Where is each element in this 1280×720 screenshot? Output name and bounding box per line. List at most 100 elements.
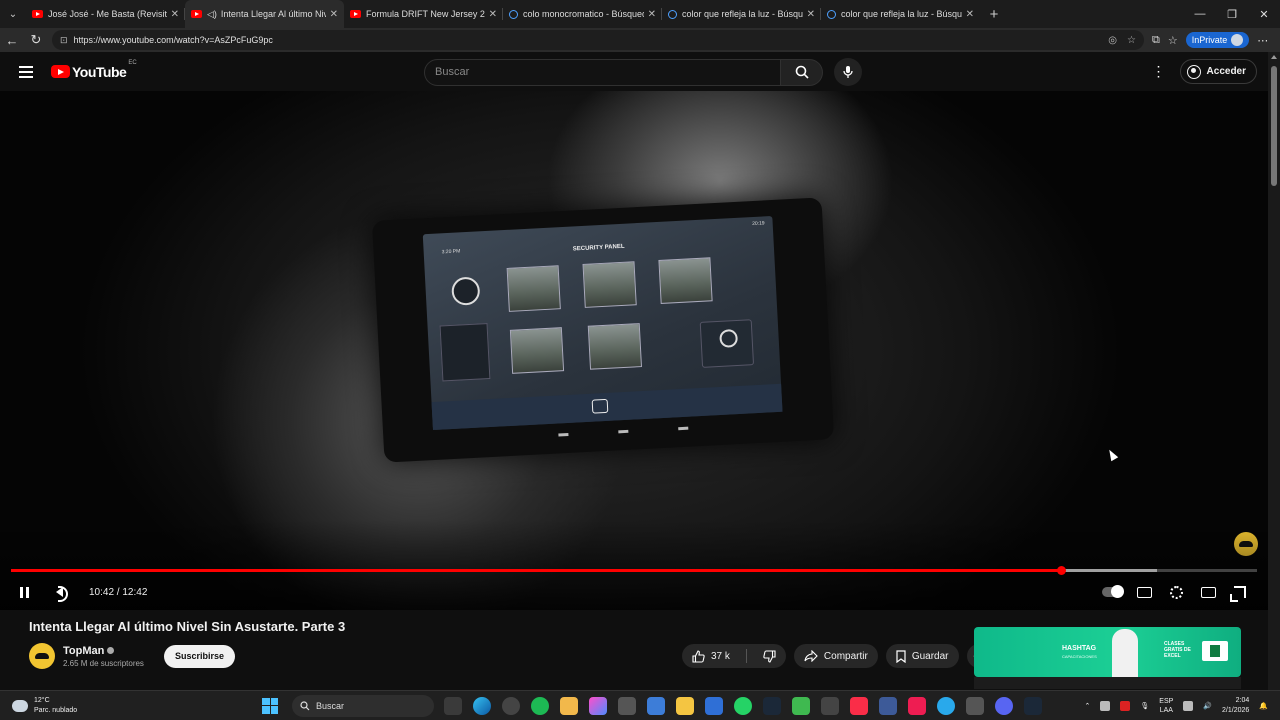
add-camera-tile bbox=[699, 319, 755, 368]
youtube-logo[interactable]: YouTube EC bbox=[51, 60, 137, 80]
network-icon[interactable] bbox=[1183, 700, 1194, 711]
settings-menu-icon[interactable]: ⋯ bbox=[1257, 34, 1268, 47]
autoplay-toggle[interactable] bbox=[1096, 577, 1128, 607]
browser-tab[interactable]: colo monocromatico - Búsqueda ✕ bbox=[503, 0, 662, 28]
page-scrollbar[interactable] bbox=[1268, 52, 1280, 690]
tab-close-icon[interactable]: ✕ bbox=[171, 9, 179, 20]
tab-audio-speaker-icon[interactable]: ◁) bbox=[207, 9, 217, 20]
browser-tab[interactable]: José José - Me Basta (Revisitado) [L ✕ bbox=[26, 0, 185, 28]
taskbar-clock[interactable]: 2:04 2/1/2026 bbox=[1222, 696, 1249, 716]
search-input[interactable] bbox=[424, 58, 781, 86]
refresh-icon[interactable]: ↻ bbox=[24, 28, 48, 52]
minimize-icon[interactable]: — bbox=[1184, 0, 1216, 28]
like-button[interactable]: 37 k bbox=[682, 644, 740, 668]
extensions-icon[interactable]: ⧉ bbox=[1152, 34, 1160, 47]
browser-tab[interactable]: color que refleja la luz - Búsqueda ✕ bbox=[662, 0, 821, 28]
browser-tab[interactable]: Formula DRIFT New Jersey 2025 H ✕ bbox=[344, 0, 503, 28]
spotify-icon[interactable] bbox=[531, 696, 549, 715]
subscribe-button[interactable]: Suscribirse bbox=[163, 644, 235, 668]
language-indicator[interactable]: ESP LAA bbox=[1159, 697, 1173, 715]
tray-app-icon[interactable] bbox=[1100, 700, 1111, 711]
volume-tray-icon[interactable]: 🔊 bbox=[1203, 702, 1212, 710]
browser-tab-active[interactable]: ◁) Intenta Llegar Al último Nivel ✕ bbox=[185, 0, 344, 28]
edge-browser-icon[interactable] bbox=[473, 696, 491, 715]
new-tab-plus-icon[interactable]: + bbox=[980, 0, 1008, 28]
toolbar-right: ⧉ ☆ InPrivate ⋯ bbox=[1152, 32, 1268, 48]
video-player[interactable]: 20:19 3:20 PM SECURITY PANEL 10:42 / 12:… bbox=[0, 91, 1268, 610]
close-window-icon[interactable]: ✕ bbox=[1248, 0, 1280, 28]
back-arrow-icon[interactable]: ← bbox=[0, 28, 24, 52]
steam-icon[interactable] bbox=[1024, 696, 1042, 715]
teams-icon[interactable] bbox=[647, 696, 665, 715]
country-code: EC bbox=[128, 59, 137, 66]
progress-bar[interactable] bbox=[11, 566, 1257, 575]
security-camera-icon bbox=[451, 276, 481, 306]
copilot-icon[interactable] bbox=[589, 696, 607, 715]
app-icon[interactable] bbox=[618, 696, 636, 715]
like-count: 37 k bbox=[711, 650, 730, 662]
site-info-icon[interactable]: ⊡ bbox=[60, 35, 68, 46]
app-icon[interactable] bbox=[966, 696, 984, 715]
favorite-star-icon[interactable]: ☆ bbox=[1127, 35, 1136, 46]
stacked-app-icon[interactable] bbox=[560, 696, 578, 715]
theater-mode-icon bbox=[1200, 586, 1216, 598]
tab-close-icon[interactable]: ✕ bbox=[330, 9, 338, 20]
sidebar-ad-banner[interactable]: HASHTAG CAPACITACIONES CLASES GRATIS DE … bbox=[974, 627, 1241, 677]
tab-close-icon[interactable]: ✕ bbox=[966, 9, 974, 20]
task-view-icon[interactable] bbox=[444, 696, 462, 715]
windows-start-icon[interactable] bbox=[262, 697, 278, 714]
search-button[interactable] bbox=[781, 58, 823, 86]
fullscreen-button[interactable] bbox=[1224, 577, 1256, 607]
inprivate-badge[interactable]: InPrivate bbox=[1185, 32, 1250, 48]
telegram-icon[interactable] bbox=[937, 696, 955, 715]
mute-button[interactable] bbox=[43, 577, 75, 607]
epic-games-icon[interactable] bbox=[821, 696, 839, 715]
tab-close-icon[interactable]: ✕ bbox=[807, 9, 815, 20]
voice-search-button[interactable] bbox=[834, 58, 862, 86]
more-options-icon[interactable]: ⋮ bbox=[1152, 63, 1166, 80]
notification-bell-icon[interactable]: 🔔 bbox=[1259, 702, 1268, 710]
steam-icon[interactable] bbox=[763, 696, 781, 715]
scroll-up-arrow-icon[interactable] bbox=[1271, 55, 1277, 59]
address-field[interactable]: ⊡ https://www.youtube.com/watch?v=AsZPcF… bbox=[52, 30, 1144, 50]
subtitles-button[interactable] bbox=[1128, 577, 1160, 607]
weather-widget[interactable]: 12°C Parc. nublado bbox=[12, 696, 232, 716]
discord-icon[interactable] bbox=[995, 696, 1013, 715]
capcut-icon[interactable] bbox=[879, 696, 897, 715]
tab-list-chevron-icon[interactable]: ⌄ bbox=[0, 0, 26, 28]
file-explorer-icon[interactable] bbox=[676, 696, 694, 715]
tray-app-icon[interactable] bbox=[1120, 700, 1131, 711]
tiktok-icon[interactable] bbox=[908, 696, 926, 715]
whatsapp-icon[interactable] bbox=[734, 696, 752, 715]
theater-mode-button[interactable] bbox=[1192, 577, 1224, 607]
camera-feed-tile bbox=[582, 261, 637, 308]
chatgpt-icon[interactable] bbox=[502, 696, 520, 715]
store-icon[interactable] bbox=[705, 696, 723, 715]
menu-hamburger-icon[interactable] bbox=[19, 65, 41, 78]
restore-icon[interactable]: ❐ bbox=[1216, 0, 1248, 28]
channel-name-row: TopMan bbox=[63, 645, 144, 657]
system-tray: ⌃ 🎙 ESP LAA 🔊 2:04 2/1/2026 🔔 bbox=[1085, 696, 1268, 716]
signin-button[interactable]: Acceder bbox=[1179, 59, 1257, 84]
tray-overflow-chevron-icon[interactable]: ⌃ bbox=[1085, 702, 1091, 710]
tracking-eye-icon[interactable]: ◎ bbox=[1108, 35, 1117, 46]
tab-close-icon[interactable]: ✕ bbox=[489, 9, 497, 20]
youtube-favicon-icon bbox=[191, 10, 202, 18]
music-icon[interactable] bbox=[850, 696, 868, 715]
dislike-button[interactable] bbox=[753, 644, 786, 668]
microphone-tray-icon[interactable]: 🎙 bbox=[1140, 702, 1149, 710]
tab-close-icon[interactable]: ✕ bbox=[648, 9, 656, 20]
pause-button[interactable] bbox=[8, 577, 40, 607]
browser-tab[interactable]: color que refleja la luz - Búsqueda ✕ bbox=[821, 0, 980, 28]
channel-avatar[interactable] bbox=[29, 643, 55, 669]
share-button[interactable]: Compartir bbox=[793, 644, 878, 668]
channel-name[interactable]: TopMan bbox=[63, 645, 104, 657]
weather-temperature: 12°C bbox=[34, 696, 50, 704]
taskbar-search-box[interactable]: Buscar bbox=[292, 694, 434, 717]
save-button[interactable]: Guardar bbox=[885, 644, 959, 668]
settings-button[interactable] bbox=[1160, 577, 1192, 607]
scrollbar-thumb[interactable] bbox=[1271, 66, 1277, 186]
search-favicon-icon bbox=[668, 9, 677, 19]
favorites-icon[interactable]: ☆ bbox=[1168, 34, 1178, 47]
xbox-icon[interactable] bbox=[792, 696, 810, 715]
